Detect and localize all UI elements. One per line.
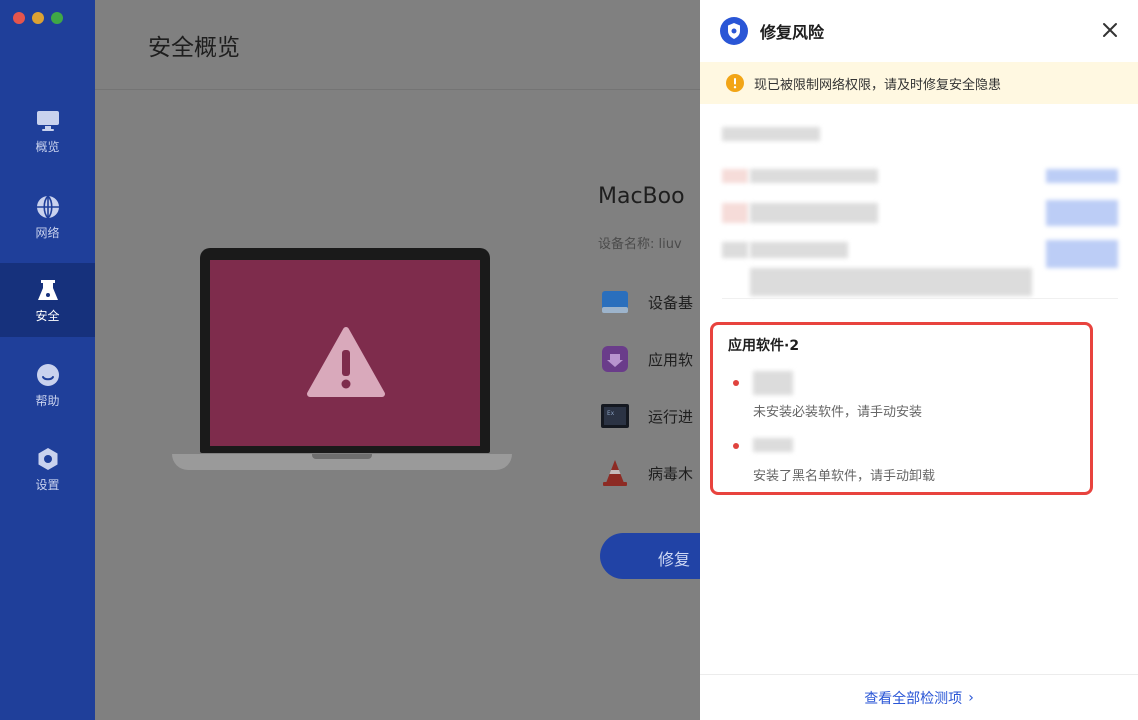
warning-banner: 现已被限制网络权限，请及时修复安全隐患 <box>700 62 1138 104</box>
redacted-link <box>1046 240 1118 268</box>
help-icon <box>35 362 61 388</box>
app-store-icon <box>602 346 628 372</box>
sidebar: 概览 网络 安全 帮助 设置 <box>0 0 95 720</box>
risk-dot <box>733 380 739 386</box>
shield-icon <box>720 17 748 45</box>
check-item-label: 病毒木 <box>648 464 694 483</box>
check-item-software[interactable]: 应用软 <box>600 342 693 376</box>
redacted-text <box>750 242 848 258</box>
warning-text: 现已被限制网络权限，请及时修复安全隐患 <box>754 77 1002 93</box>
terminal-icon: Ex <box>601 404 629 428</box>
sidebar-item-settings[interactable]: 设置 <box>0 432 95 506</box>
disk-icon <box>602 291 628 313</box>
sidebar-item-label: 网络 <box>35 225 60 240</box>
redacted-text <box>722 169 748 183</box>
software-item-desc: 安装了黑名单软件，请手动卸载 <box>753 469 936 484</box>
warning-icon <box>726 74 744 92</box>
device-name: 设备名称: liuv <box>598 237 682 252</box>
panel-footer: 查看全部检测项 › <box>700 674 1138 720</box>
software-section: 应用软件·2 未安装必装软件，请手动安装 安装了黑名单软件，请手动卸载 <box>710 322 1093 495</box>
main-content: 安全概览 MacBoo 设备名称: liuv 设备基 应用软 Ex 运行进 病毒… <box>95 0 800 720</box>
sidebar-item-label: 概览 <box>35 139 60 154</box>
gear-icon <box>35 446 61 472</box>
view-all-checks-link[interactable]: 查看全部检测项 <box>864 688 962 708</box>
sidebar-item-label: 设置 <box>35 477 60 492</box>
traffic-cone-icon <box>603 460 627 486</box>
close-window-button[interactable] <box>13 12 25 24</box>
redacted-text <box>750 268 1032 296</box>
redacted-link <box>1046 200 1118 226</box>
redacted-app-name <box>753 438 793 452</box>
redacted-text <box>750 169 878 183</box>
page-title: 安全概览 <box>148 35 240 61</box>
check-item-label: 设备基 <box>648 293 694 312</box>
minimize-window-button[interactable] <box>32 12 44 24</box>
sidebar-item-network[interactable]: 网络 <box>0 180 95 254</box>
flask-icon <box>35 277 61 303</box>
check-item-device[interactable]: 设备基 <box>600 285 693 319</box>
globe-icon <box>35 194 61 220</box>
sidebar-item-label: 安全 <box>35 308 60 323</box>
close-icon[interactable] <box>1100 20 1120 40</box>
main-header: 安全概览 <box>95 0 700 90</box>
device-title: MacBoo <box>598 184 685 209</box>
redacted-text <box>722 127 820 141</box>
sidebar-item-security[interactable]: 安全 <box>0 263 95 337</box>
redacted-link <box>1046 169 1118 183</box>
sidebar-item-help[interactable]: 帮助 <box>0 348 95 422</box>
redacted-text <box>722 203 748 223</box>
svg-text:Ex: Ex <box>607 410 615 417</box>
warning-triangle-icon <box>307 327 385 397</box>
panel-title: 修复风险 <box>760 23 825 42</box>
monitor-icon <box>35 108 61 134</box>
sidebar-item-label: 帮助 <box>35 393 60 408</box>
sidebar-item-overview[interactable]: 概览 <box>0 94 95 168</box>
software-section-title: 应用软件·2 <box>728 338 800 354</box>
maximize-window-button[interactable] <box>51 12 63 24</box>
risk-dot <box>733 443 739 449</box>
check-item-label: 运行进 <box>648 407 694 426</box>
check-item-label: 应用软 <box>648 350 694 369</box>
check-item-virus[interactable]: 病毒木 <box>600 456 693 490</box>
panel-header: 修复风险 <box>700 0 1138 62</box>
redacted-app-name <box>753 371 793 395</box>
redacted-text <box>750 203 878 223</box>
redacted-text <box>722 242 748 258</box>
window-controls <box>13 12 63 24</box>
divider <box>722 298 1118 299</box>
repair-risk-panel: 修复风险 现已被限制网络权限，请及时修复安全隐患 应用软件·2 未安装必装软件，… <box>700 0 1138 720</box>
check-item-process[interactable]: Ex 运行进 <box>600 399 693 433</box>
chevron-right-icon[interactable]: › <box>968 690 974 706</box>
software-item-desc: 未安装必装软件，请手动安装 <box>753 405 923 420</box>
